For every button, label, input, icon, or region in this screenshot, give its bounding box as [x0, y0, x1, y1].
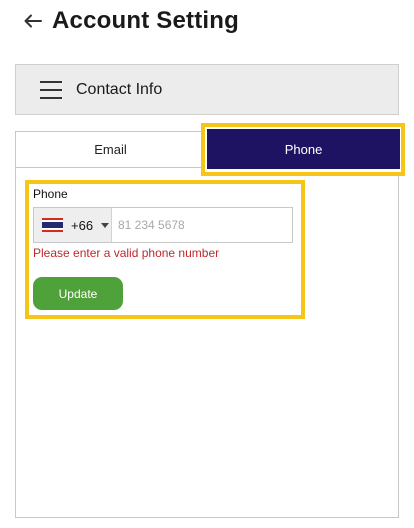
country-code-select[interactable]: +66 [34, 208, 112, 242]
tab-phone[interactable]: Phone [207, 129, 400, 169]
phone-error-message: Please enter a valid phone number [33, 246, 220, 260]
update-button[interactable]: Update [33, 277, 123, 310]
hamburger-menu-icon[interactable] [40, 80, 62, 99]
tab-email[interactable]: Email [16, 132, 206, 168]
back-button[interactable] [22, 10, 44, 32]
account-setting-page: Account Setting Contact Info Email Phone… [0, 0, 414, 528]
phone-input[interactable] [112, 208, 292, 242]
phone-field: +66 [33, 207, 293, 243]
section-title: Contact Info [76, 80, 163, 98]
country-dial-code: +66 [71, 217, 94, 233]
phone-field-label: Phone [33, 187, 68, 201]
thailand-flag-icon [42, 218, 63, 232]
chevron-down-icon [101, 222, 110, 228]
arrow-left-icon [24, 14, 42, 28]
page-title: Account Setting [52, 7, 239, 34]
contact-info-bar: Contact Info [15, 64, 399, 115]
page-header: Account Setting [22, 6, 239, 36]
contact-card: Email Phone Phone +66 Please enter a val… [15, 123, 405, 518]
